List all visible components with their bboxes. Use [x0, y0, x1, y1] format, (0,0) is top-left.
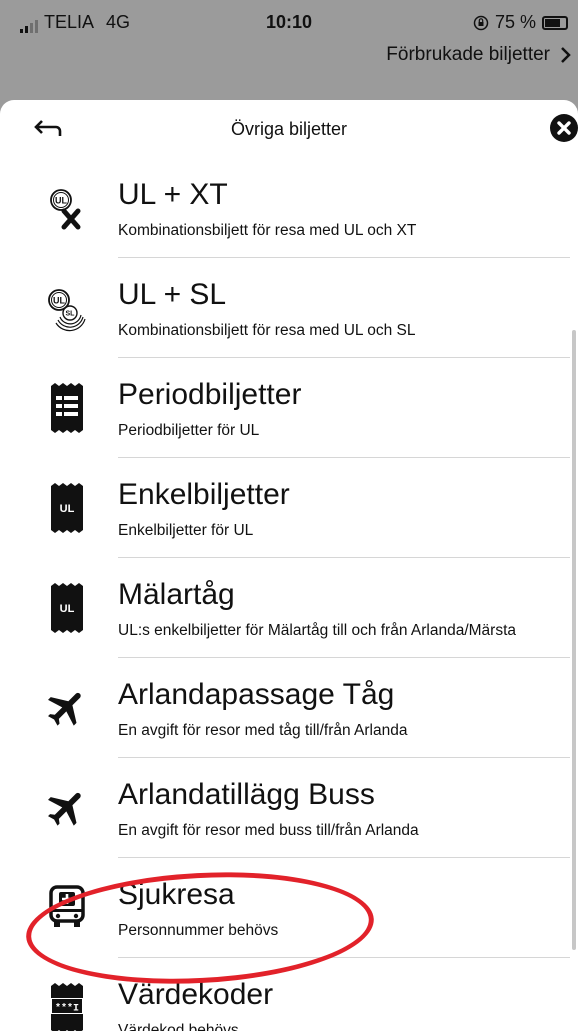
item-title: Sjukresa [118, 878, 235, 911]
item-subtitle: Personnummer behövs [118, 922, 279, 939]
period-ticket-icon [42, 378, 92, 438]
item-title: Arlandatillägg Buss [118, 778, 375, 811]
item-title: Arlandapassage Tåg [118, 678, 395, 711]
code-badge-text: ***I [55, 1003, 79, 1015]
ul-ticket-icon: UL [42, 478, 92, 538]
orientation-lock-icon [473, 15, 489, 30]
item-title: UL + XT [118, 178, 228, 211]
used-tickets-label: Förbrukade biljetter [386, 44, 550, 65]
item-subtitle: Periodbiljetter för UL [118, 422, 260, 439]
battery-icon [542, 15, 568, 30]
ticket-list: UL UL + XT Kombinationsbiljett för resa … [0, 158, 578, 1031]
battery-percent: 75 % [494, 12, 536, 32]
airplane-icon [42, 778, 92, 838]
status-bar: TELIA 4G 10:10 75 % [0, 0, 578, 40]
ul-badge-text: UL [55, 196, 67, 206]
item-title: Enkelbiljetter [118, 478, 290, 511]
list-item-vardekoder[interactable]: ***I Värdekoder Värdekod behövs [0, 958, 578, 1031]
item-subtitle: UL:s enkelbiljetter för Mälartåg till oc… [118, 622, 517, 639]
item-title: Mälartåg [118, 578, 235, 611]
sheet-header: Övriga biljetter [0, 100, 578, 158]
list-item-arlandatillagg-buss[interactable]: Arlandatillägg Buss En avgift för resor … [0, 758, 578, 858]
scrollbar[interactable] [572, 330, 576, 950]
list-item-sjukresa[interactable]: Sjukresa Personnummer behövs [0, 858, 578, 958]
list-item-ul-sl[interactable]: UL SL UL + SL Kombinationsbiljett för re… [0, 258, 578, 358]
ul-badge-text: UL [60, 603, 75, 615]
list-item-arlandapassage-tag[interactable]: Arlandapassage Tåg En avgift för resor m… [0, 658, 578, 758]
voucher-code-icon: ***I [42, 978, 92, 1031]
ul-badge-text: UL [53, 296, 65, 306]
sl-badge-text: SL [66, 311, 76, 318]
list-item-single-tickets[interactable]: UL Enkelbiljetter Enkelbiljetter för UL [0, 458, 578, 558]
item-subtitle: Kombinationsbiljett för resa med UL och … [118, 322, 416, 339]
item-title: UL + SL [118, 278, 227, 311]
status-right: 75 % [473, 12, 568, 33]
sheet-title: Övriga biljetter [230, 119, 348, 139]
medical-bus-icon [42, 878, 92, 938]
ul-xt-icon: UL [42, 178, 92, 238]
list-item-malartag[interactable]: UL Mälartåg UL:s enkelbiljetter för Mäla… [0, 558, 578, 658]
ul-badge-text: UL [60, 503, 75, 515]
item-subtitle: En avgift för resor med tåg till/från Ar… [118, 722, 408, 739]
used-tickets-link[interactable]: Förbrukade biljetter [386, 44, 572, 66]
ul-ticket-icon: UL [42, 578, 92, 638]
item-title: Periodbiljetter [118, 378, 302, 411]
ul-sl-icon: UL SL [42, 278, 92, 338]
item-subtitle: Enkelbiljetter för UL [118, 522, 254, 539]
airplane-icon [42, 678, 92, 738]
item-subtitle: Kombinationsbiljett för resa med UL och … [118, 222, 417, 239]
item-subtitle: Värdekod behövs [118, 1022, 239, 1031]
other-tickets-sheet: Övriga biljetter UL UL + XT Kombinations… [0, 100, 578, 1031]
list-item-period-tickets[interactable]: Periodbiljetter Periodbiljetter för UL [0, 358, 578, 458]
list-item-ul-xt[interactable]: UL UL + XT Kombinationsbiljett för resa … [0, 158, 578, 258]
close-icon[interactable] [550, 114, 578, 142]
chevron-right-icon [561, 47, 571, 63]
item-title: Värdekoder [118, 978, 274, 1011]
item-subtitle: En avgift för resor med buss till/från A… [118, 822, 419, 839]
